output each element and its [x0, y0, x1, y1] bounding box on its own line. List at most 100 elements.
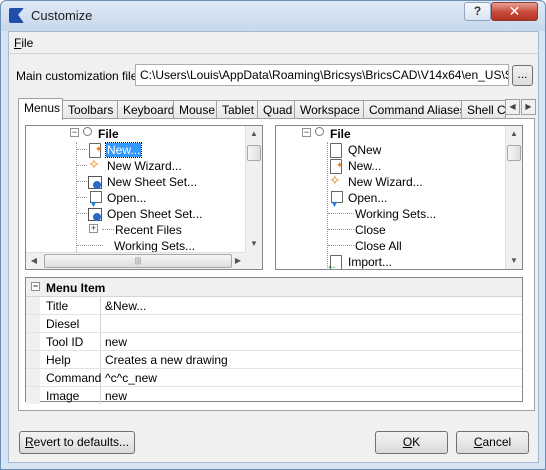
properties-category-header[interactable]: − Menu Item: [26, 278, 522, 297]
collapse-icon[interactable]: −: [70, 128, 79, 137]
tree-item-new-wizard[interactable]: New Wizard...: [328, 172, 424, 190]
scroll-left-icon[interactable]: ◀: [26, 253, 42, 269]
menu-separator: [9, 53, 538, 54]
scroll-thumb[interactable]: [247, 145, 261, 161]
tree-item-label: New Wizard...: [348, 175, 423, 189]
tree-connector: [102, 229, 114, 230]
left-tree-vertical-scrollbar[interactable]: ▲ ▼: [245, 126, 262, 253]
tree-node-label: File: [98, 127, 119, 141]
tab-mouse[interactable]: Mouse: [173, 100, 217, 119]
tab-toolbars[interactable]: Toolbars: [62, 100, 118, 119]
menu-node-icon: [83, 127, 92, 136]
tree-node-file[interactable]: − File: [70, 126, 120, 142]
property-row-tool-id[interactable]: Tool ID new: [26, 333, 522, 351]
tab-scroll-left-icon[interactable]: ◀: [505, 99, 520, 115]
property-value[interactable]: new: [105, 389, 127, 403]
tab-quad[interactable]: Quad: [257, 100, 295, 119]
open-icon: [87, 190, 103, 212]
tree-item-label: Working Sets...: [355, 207, 437, 221]
scroll-right-icon[interactable]: ▶: [230, 253, 246, 269]
tab-command-aliases[interactable]: Command Aliases: [363, 100, 462, 119]
menus-tab-panel: − File New... New Wizard... New Sheet Set…: [18, 118, 535, 411]
tree-item-label: Close: [355, 223, 386, 237]
menu-tree-left[interactable]: − File New... New Wizard... New Sheet Set…: [25, 125, 263, 270]
close-button[interactable]: ✕: [491, 2, 538, 21]
property-row-diesel[interactable]: Diesel: [26, 315, 522, 333]
property-row-image[interactable]: Image new: [26, 387, 522, 405]
property-value[interactable]: &New...: [105, 299, 146, 313]
tree-item-label: Import...: [348, 255, 393, 269]
menu-file-label: ile: [21, 36, 34, 50]
right-tree-vertical-scrollbar[interactable]: ▲ ▼: [505, 126, 522, 269]
tree-item-qnew[interactable]: QNew: [328, 142, 382, 158]
tree-item-open[interactable]: Open...: [328, 190, 388, 212]
browse-button[interactable]: ...: [512, 65, 533, 86]
scrollbar-corner: [245, 252, 262, 269]
expand-icon[interactable]: +: [89, 224, 98, 233]
cancel-label: ancel: [482, 435, 512, 449]
help-button[interactable]: ?: [464, 2, 491, 21]
menu-tree-right[interactable]: −File QNew New... New Wizard... Open... …: [275, 125, 523, 270]
tree-item-new-wizard[interactable]: New Wizard...: [77, 156, 183, 174]
scroll-up-icon[interactable]: ▲: [246, 126, 262, 142]
tab-tablet[interactable]: Tablet: [216, 100, 258, 119]
bricscad-logo-icon: [9, 8, 24, 23]
property-value[interactable]: Creates a new drawing: [105, 353, 228, 367]
property-name: Command: [40, 369, 101, 386]
customize-dialog: Customize ? ✕ File Main customization fi…: [0, 0, 546, 470]
tree-node-label: File: [330, 127, 351, 141]
ok-mnemonic: O: [402, 435, 413, 449]
scroll-thumb[interactable]: |||: [44, 254, 232, 268]
row-gutter: [26, 297, 40, 314]
property-value[interactable]: new: [105, 335, 127, 349]
wizard-icon: [87, 156, 103, 174]
tree-item-working-sets[interactable]: Working Sets...: [328, 206, 437, 222]
title-bar[interactable]: Customize ? ✕: [1, 1, 545, 31]
qnew-icon: [328, 142, 344, 158]
tab-menus[interactable]: Menus: [18, 98, 63, 120]
scroll-down-icon[interactable]: ▼: [506, 253, 522, 269]
tree-item-label: New Wizard...: [107, 159, 182, 173]
tree-item-new[interactable]: New...: [77, 141, 143, 158]
property-name: Help: [40, 351, 101, 368]
property-row-title[interactable]: Title &New...: [26, 297, 522, 315]
tree-item-close-all[interactable]: Close All: [328, 238, 403, 254]
collapse-icon[interactable]: −: [302, 128, 311, 137]
left-tree-horizontal-scrollbar[interactable]: ◀ ||| ▶: [26, 252, 245, 269]
tree-node-file[interactable]: − File: [302, 126, 352, 142]
tree-item-label: Open...: [348, 191, 388, 205]
collapse-icon[interactable]: −: [31, 282, 40, 291]
row-gutter: [26, 387, 40, 404]
ok-button[interactable]: OK: [375, 431, 448, 454]
tree-item-label: QNew: [348, 143, 382, 157]
property-row-help[interactable]: Help Creates a new drawing: [26, 351, 522, 369]
menu-bar: File: [9, 32, 538, 54]
tree-item-label: Working Sets...: [114, 239, 196, 253]
tree-item-label: New...: [104, 142, 143, 158]
revert-to-defaults-button[interactable]: Revert to defaults...: [19, 431, 135, 454]
tree-item-close[interactable]: Close: [328, 222, 387, 238]
revert-mnemonic: R: [24, 435, 34, 449]
ok-label: K: [412, 435, 421, 449]
tree-item-label: Recent Files: [115, 223, 182, 237]
tree-item-new-sheet-set[interactable]: New Sheet Set...: [77, 174, 198, 190]
tree-item-recent-files[interactable]: + Recent Files: [89, 222, 183, 238]
scroll-down-icon[interactable]: ▼: [246, 236, 262, 252]
scroll-thumb[interactable]: [507, 145, 521, 161]
tab-scroll-right-icon[interactable]: ▶: [521, 99, 536, 115]
menu-file[interactable]: File: [12, 35, 35, 51]
cancel-button[interactable]: Cancel: [456, 431, 529, 454]
property-row-command[interactable]: Command ^c^c_new: [26, 369, 522, 387]
revert-label: evert to defaults...: [33, 435, 130, 449]
property-value[interactable]: ^c^c_new: [105, 371, 157, 385]
main-customization-path-field[interactable]: C:\Users\Louis\AppData\Roaming\Bricsys\B…: [135, 64, 509, 86]
tree-item-open-sheet-set[interactable]: Open Sheet Set...: [77, 206, 203, 222]
tab-strip: Menus Toolbars Keyboard Mouse Tablet Qua…: [18, 98, 538, 120]
tab-workspace[interactable]: Workspace: [294, 100, 364, 119]
scroll-up-icon[interactable]: ▲: [506, 126, 522, 142]
tree-item-open[interactable]: Open...: [77, 190, 147, 212]
tree-connector: [328, 245, 354, 246]
tab-keyboard[interactable]: Keyboard: [117, 100, 174, 119]
tab-shell-commands[interactable]: Shell C: [461, 100, 506, 119]
tree-item-import[interactable]: Import...: [326, 254, 393, 269]
